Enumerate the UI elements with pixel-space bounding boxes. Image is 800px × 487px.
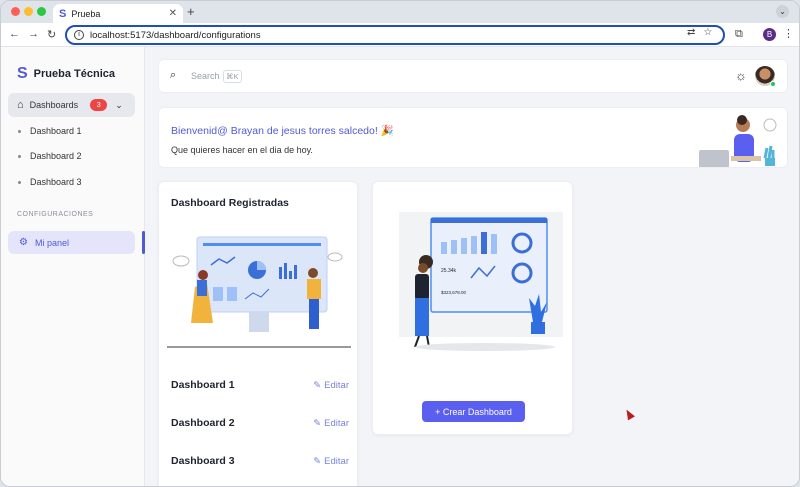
edit-icon: ✎: [313, 417, 322, 429]
sidebar: S Prueba Técnica ⌂ Dashboards 3 ⌄ Dashbo…: [1, 47, 145, 486]
welcome-title: Bienvenid@ Brayan de jesus torres salced…: [171, 125, 394, 137]
mouse-cursor-icon: [623, 407, 635, 421]
edit-icon: ✎: [313, 455, 322, 467]
browser-window: S Prueba ✕ + ⌄ ← → ↻ i localhost:5173/da…: [0, 0, 800, 487]
sidebar-item-label: Dashboard 1: [30, 126, 82, 136]
tab-title: Prueba: [71, 8, 101, 19]
top-bar: ⌕ Search ⌘K ☼: [158, 59, 788, 93]
bullet-icon: [18, 129, 21, 133]
art-text-2: $323,678.00: [441, 290, 467, 295]
address-bar[interactable]: i localhost:5173/dashboard/configuration…: [65, 25, 725, 45]
sidebar-item-dashboard-1[interactable]: Dashboard 1: [18, 126, 82, 136]
dashboards-count-badge: 3: [90, 99, 108, 111]
sidebar-item-dashboard-2[interactable]: Dashboard 2: [18, 151, 82, 161]
browser-menu-icon[interactable]: ⋮: [783, 27, 794, 40]
tab-list-chevron-icon[interactable]: ⌄: [776, 5, 789, 18]
sidebar-item-label: Dashboards: [29, 100, 79, 110]
sidebar-item-mi-panel[interactable]: ⚙ Mi panel: [8, 231, 135, 254]
sidebar-item-label: Dashboard 3: [30, 177, 82, 187]
edit-button[interactable]: ✎ Editar: [313, 418, 349, 429]
dashboards-illustration: [167, 236, 351, 348]
active-indicator: [142, 231, 145, 254]
dashboard-name: Dashboard 1: [171, 379, 235, 391]
welcome-illustration: [699, 115, 777, 167]
brand-name: Prueba Técnica: [33, 68, 115, 80]
welcome-subtitle: Que quieres hacer en el dia de hoy.: [171, 145, 313, 155]
sidebar-item-dashboards[interactable]: ⌂ Dashboards 3 ⌄: [8, 93, 135, 117]
home-icon: ⌂: [17, 99, 24, 111]
browser-toolbar: ← → ↻ i localhost:5173/dashboard/configu…: [1, 23, 799, 47]
edit-label: Editar: [324, 417, 349, 429]
site-info-icon[interactable]: i: [74, 30, 84, 40]
online-status-dot: [770, 81, 776, 87]
search-icon[interactable]: ⌕: [170, 69, 176, 82]
edit-label: Editar: [324, 379, 349, 391]
dashboard-row: Dashboard 1 ✎ Editar: [171, 379, 349, 391]
brand[interactable]: S Prueba Técnica: [17, 65, 115, 83]
title-bar: S Prueba ✕ + ⌄: [1, 1, 799, 23]
back-arrow-icon[interactable]: ←: [9, 28, 20, 40]
sidebar-item-dashboard-3[interactable]: Dashboard 3: [18, 177, 82, 187]
gear-icon: ⚙: [19, 237, 28, 248]
edit-label: Editar: [324, 455, 349, 467]
app-root: S Prueba Técnica ⌂ Dashboards 3 ⌄ Dashbo…: [1, 47, 799, 486]
dashboard-name: Dashboard 2: [171, 417, 235, 429]
edit-icon: ✎: [313, 379, 322, 391]
brand-logo-icon: S: [17, 65, 28, 82]
browser-tab[interactable]: S Prueba ✕: [53, 4, 183, 23]
dashboard-row: Dashboard 3 ✎ Editar: [171, 455, 349, 467]
search-input[interactable]: Search: [191, 71, 220, 81]
close-tab-icon[interactable]: ✕: [169, 8, 177, 19]
art-text-1: 25.34k: [441, 268, 457, 274]
new-tab-button[interactable]: +: [187, 4, 195, 19]
site-logo-icon: S: [59, 7, 67, 20]
maximize-window-button[interactable]: [37, 7, 46, 16]
bookmark-star-icon[interactable]: ☆: [703, 27, 712, 38]
bullet-icon: [18, 180, 21, 184]
profile-avatar[interactable]: B: [763, 28, 776, 41]
create-dashboard-illustration: 25.34k $323,678.00: [399, 212, 563, 351]
edit-button[interactable]: ✎ Editar: [313, 380, 349, 391]
chevron-down-icon[interactable]: ⌄: [115, 100, 123, 111]
forward-arrow-icon[interactable]: →: [28, 28, 39, 40]
section-label: CONFIGURACIONES: [17, 211, 94, 218]
search-shortcut: ⌘K: [223, 70, 242, 83]
registered-dashboards-card: Dashboard Registradas Dashboard 1 ✎ Edit…: [158, 181, 358, 486]
reload-icon[interactable]: ↻: [47, 28, 56, 41]
bullet-icon: [18, 154, 21, 158]
close-window-button[interactable]: [11, 7, 20, 16]
minimize-window-button[interactable]: [24, 7, 33, 16]
welcome-card: Bienvenid@ Brayan de jesus torres salced…: [158, 107, 788, 168]
url-text: localhost:5173/dashboard/configurations: [90, 29, 261, 41]
translate-icon[interactable]: ⇄: [687, 27, 695, 38]
create-dashboard-button[interactable]: + Crear Dashboard: [422, 401, 525, 422]
dashboard-name: Dashboard 3: [171, 455, 235, 467]
extensions-icon[interactable]: ⧉: [735, 28, 743, 41]
edit-button[interactable]: ✎ Editar: [313, 456, 349, 467]
create-dashboard-card: 25.34k $323,678.00 + Crear Dashboard: [372, 181, 573, 435]
sidebar-item-label: Mi panel: [34, 237, 69, 248]
dashboard-row: Dashboard 2 ✎ Editar: [171, 417, 349, 429]
sun-icon[interactable]: ☼: [735, 68, 747, 83]
sidebar-item-label: Dashboard 2: [30, 151, 82, 161]
card-title: Dashboard Registradas: [171, 197, 289, 209]
